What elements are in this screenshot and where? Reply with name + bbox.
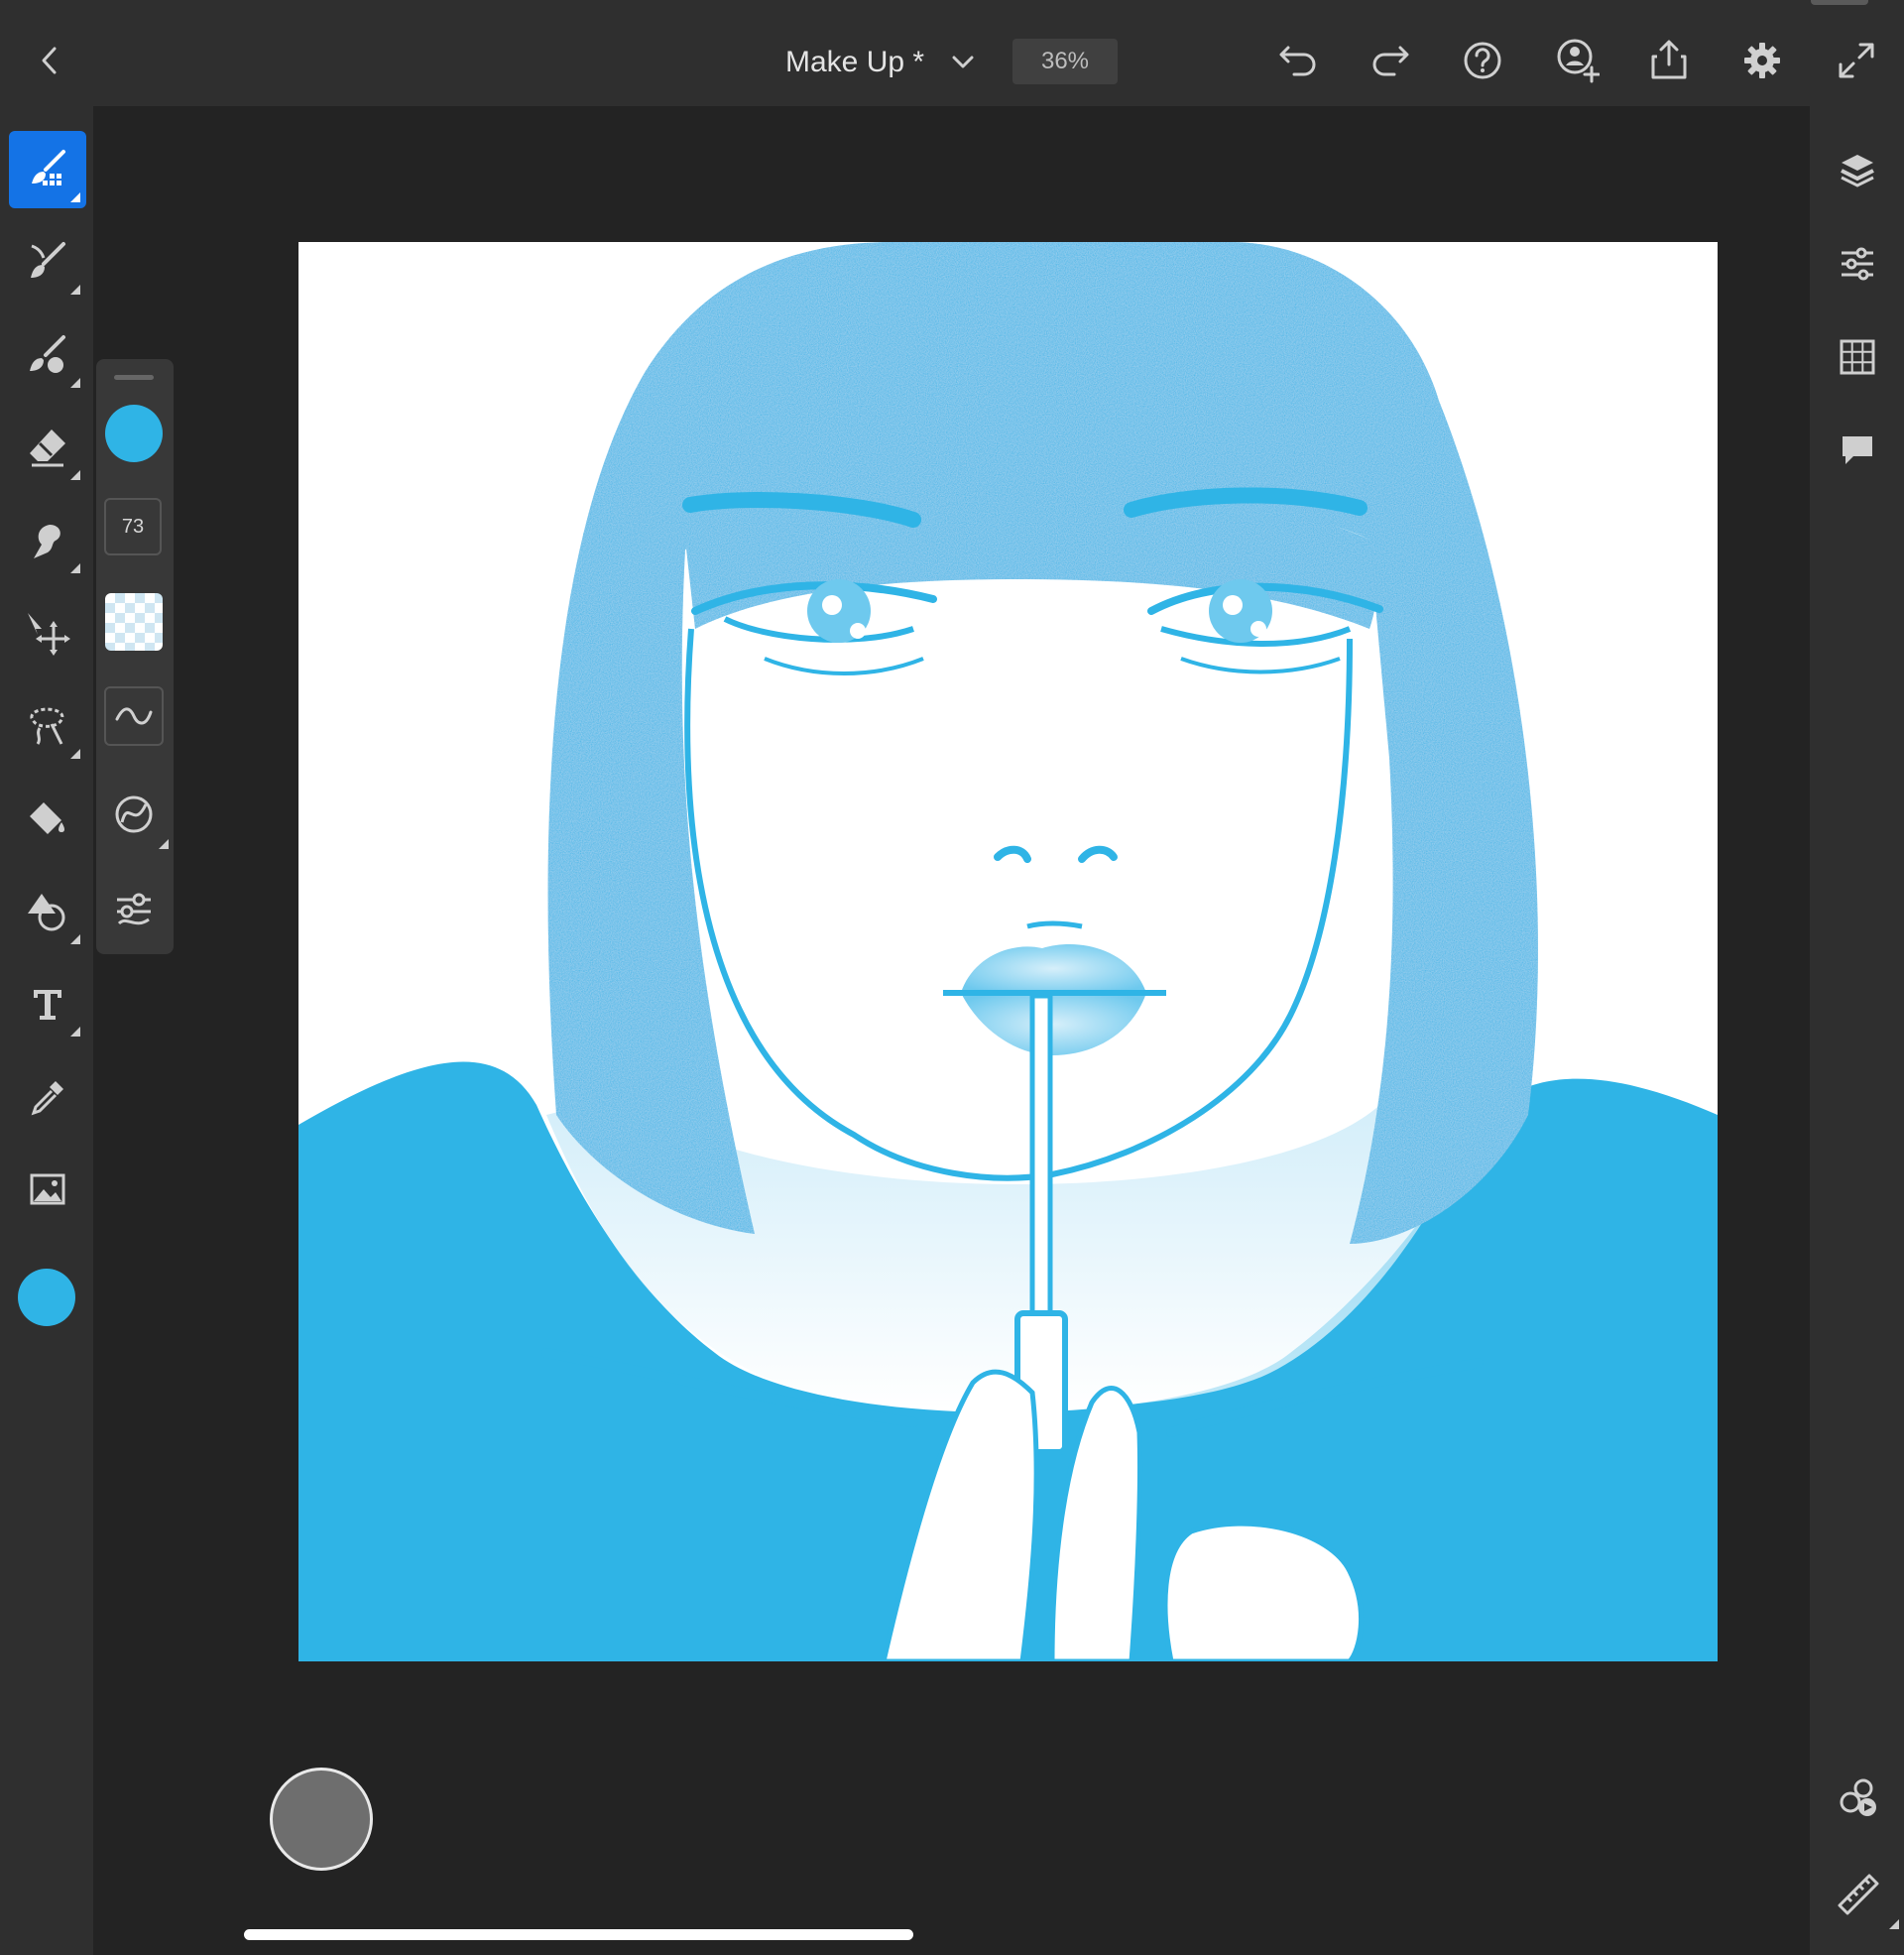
document-title-text: Make Up * xyxy=(785,46,925,78)
brush-color-swatch[interactable] xyxy=(105,405,163,462)
adjustments-icon[interactable] xyxy=(1838,244,1877,284)
tool-menu-triangle xyxy=(70,470,80,480)
grid-icon[interactable] xyxy=(1838,337,1877,377)
type-icon xyxy=(34,990,61,1020)
drawing-canvas[interactable] xyxy=(298,242,1718,1661)
lasso-icon xyxy=(30,707,64,745)
settings-icon[interactable] xyxy=(1741,40,1783,81)
live-brush-icon xyxy=(30,335,65,373)
touch-shortcut-button[interactable] xyxy=(270,1768,373,1871)
tool-menu-triangle xyxy=(1889,1919,1899,1929)
panel-drag-handle[interactable] xyxy=(114,375,154,380)
zoom-level[interactable]: 36% xyxy=(1012,39,1118,84)
tool-menu-triangle xyxy=(70,192,80,202)
brush-icon xyxy=(32,150,65,185)
tool-smudge[interactable] xyxy=(9,502,86,579)
home-indicator xyxy=(244,1929,913,1940)
help-icon[interactable] xyxy=(1462,40,1503,81)
tool-eyedropper[interactable] xyxy=(9,1058,86,1136)
livestream-icon[interactable] xyxy=(1836,1776,1879,1820)
move-icon xyxy=(28,613,70,656)
tool-menu-triangle xyxy=(70,749,80,759)
tool-live-brush[interactable] xyxy=(9,316,86,394)
tool-type[interactable] xyxy=(9,965,86,1042)
back-icon[interactable] xyxy=(30,38,69,83)
tool-menu-triangle xyxy=(70,934,80,944)
undo-icon[interactable] xyxy=(1277,40,1319,81)
brush-options-icon xyxy=(117,893,151,925)
tool-brush[interactable] xyxy=(9,131,86,208)
layers-icon[interactable] xyxy=(1838,151,1877,190)
smoothing-button[interactable] xyxy=(104,686,164,746)
tool-pixel-brush[interactable] xyxy=(9,223,86,301)
top-bar: Make Up * 36% xyxy=(0,0,1904,106)
tool-menu-triangle xyxy=(70,1027,80,1037)
top-edge-notch xyxy=(1811,0,1868,5)
brush-opacity-swatch[interactable] xyxy=(105,593,163,651)
eraser-icon xyxy=(30,429,65,467)
paint-bucket-icon xyxy=(30,802,64,834)
chevron-down-icon[interactable] xyxy=(952,56,974,69)
brush-size-field[interactable]: 73 xyxy=(104,498,162,555)
brush-options-button[interactable] xyxy=(105,881,163,938)
tool-menu-triangle xyxy=(70,563,80,573)
brush-settings-panel: 73 xyxy=(96,359,174,954)
ruler-icon[interactable] xyxy=(1836,1872,1899,1929)
brush-dynamics-icon xyxy=(115,795,153,833)
tool-fill[interactable] xyxy=(9,780,86,857)
invite-icon[interactable] xyxy=(1556,38,1600,83)
image-icon xyxy=(30,1173,65,1205)
transform-icon xyxy=(28,894,65,931)
color-swatch[interactable] xyxy=(18,1269,75,1326)
tool-move[interactable] xyxy=(9,594,86,672)
redo-icon[interactable] xyxy=(1369,40,1411,81)
tool-menu-triangle xyxy=(70,378,80,388)
eyedropper-icon xyxy=(31,1081,63,1116)
fullscreen-icon[interactable] xyxy=(1836,40,1877,81)
tool-eraser[interactable] xyxy=(9,409,86,486)
pixel-brush-icon xyxy=(31,242,65,278)
tools-sidebar xyxy=(0,106,93,1955)
panels-sidebar xyxy=(1810,106,1904,1955)
tool-place-image[interactable] xyxy=(9,1151,86,1228)
tool-lasso-select[interactable] xyxy=(9,687,86,765)
smudge-icon xyxy=(34,525,60,558)
tool-transform[interactable] xyxy=(9,873,86,950)
share-icon[interactable] xyxy=(1648,38,1690,81)
brush-dynamics-button[interactable] xyxy=(105,786,169,849)
document-title[interactable]: Make Up * xyxy=(785,40,974,85)
tool-menu-triangle xyxy=(159,839,169,849)
comments-icon[interactable] xyxy=(1838,430,1877,470)
tool-menu-triangle xyxy=(70,285,80,295)
smoothing-wave-icon xyxy=(115,707,153,725)
artwork-illustration xyxy=(298,242,1718,1661)
